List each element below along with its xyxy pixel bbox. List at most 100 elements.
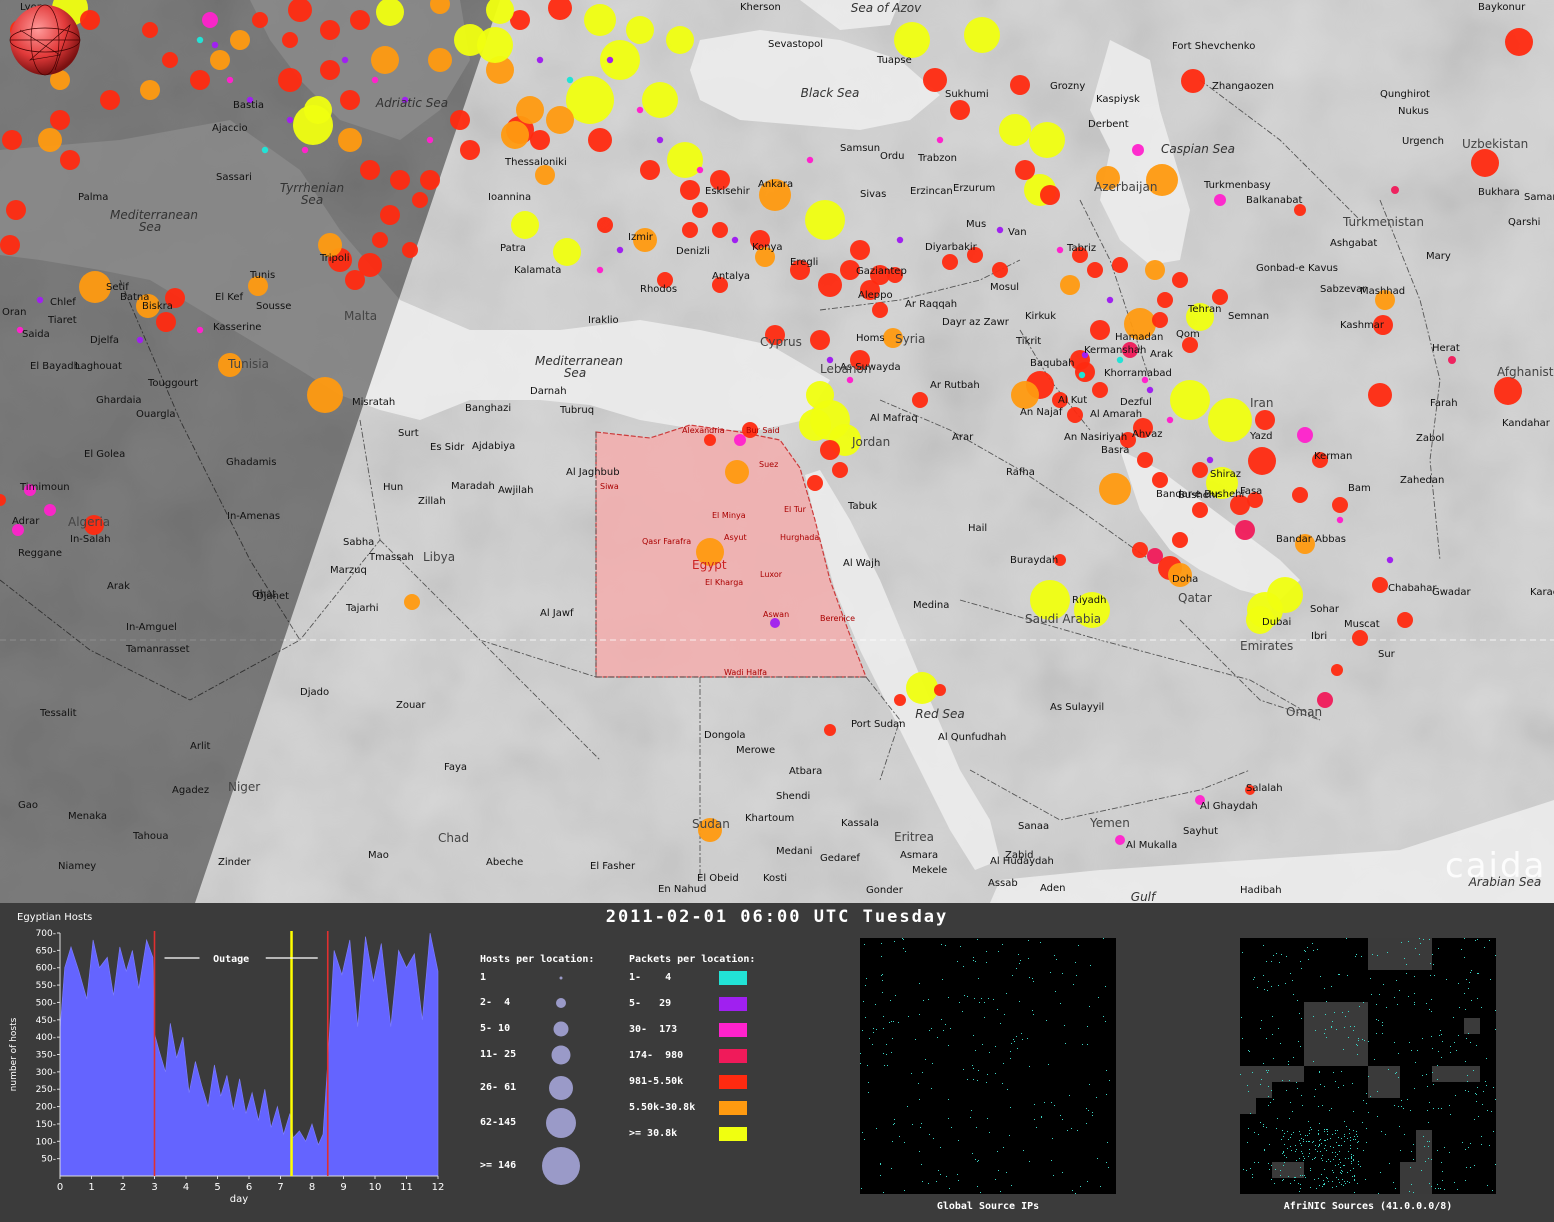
- afrinic-ip-dot: [1380, 1172, 1381, 1173]
- source-ip-dot: [865, 1017, 866, 1018]
- afrinic-ip-dot: [1394, 1105, 1395, 1106]
- afrinic-ip-dot: [1328, 1181, 1329, 1182]
- source-ip-dot: [998, 951, 999, 952]
- source-ip-dot: [977, 1080, 978, 1081]
- afrinic-ip-dot: [1319, 1144, 1320, 1145]
- afrinic-ip-dot: [1347, 975, 1348, 976]
- afrinic-ip-dot: [1467, 1081, 1468, 1082]
- source-ip-dot: [1075, 962, 1076, 963]
- activity-bubble: [588, 128, 612, 152]
- afrinic-ip-dot: [1370, 1096, 1371, 1097]
- afrinic-ip-dot: [1370, 978, 1371, 979]
- afrinic-ip-dot: [1326, 1001, 1327, 1002]
- map-city-label: Fort Shevchenko: [1172, 41, 1256, 52]
- afrinic-ip-dot: [1308, 1141, 1309, 1142]
- afrinic-ip-dot: [1286, 1157, 1287, 1158]
- packets-legend-label: >= 30.8k: [629, 1128, 678, 1139]
- afrinic-block: [1304, 1002, 1368, 1066]
- x-tick-label: 10: [369, 1182, 382, 1193]
- map-city-label: Gaziantep: [856, 266, 907, 277]
- afrinic-ip-dot: [1487, 1110, 1488, 1111]
- afrinic-ip-dot: [1429, 1141, 1430, 1142]
- source-ip-dot: [919, 1151, 920, 1152]
- source-ip-dot: [1012, 975, 1013, 976]
- source-ip-dot: [1062, 973, 1063, 974]
- afrinic-ip-dot: [1409, 1191, 1410, 1192]
- packets-legend-title: Packets per location:: [629, 954, 756, 965]
- activity-bubble: [818, 273, 842, 297]
- afrinic-ip-dot: [1346, 1126, 1347, 1127]
- afrinic-ip-dot: [1364, 1040, 1365, 1041]
- afrinic-ip-dot: [1399, 990, 1400, 991]
- afrinic-ip-dot: [1397, 1004, 1398, 1005]
- afrinic-ip-dot: [1342, 1171, 1343, 1172]
- source-ip-dot: [1087, 1181, 1088, 1182]
- afrinic-ip-dot: [1278, 1028, 1279, 1029]
- activity-bubble: [912, 392, 928, 408]
- afrinic-ip-dot: [1366, 1093, 1367, 1094]
- activity-bubble: [450, 110, 470, 130]
- afrinic-ip-dot: [1493, 1131, 1494, 1132]
- afrinic-ip-dot: [1266, 1038, 1267, 1039]
- afrinic-ip-dot: [1338, 974, 1339, 975]
- activity-bubble: [536, 56, 544, 64]
- source-ip-dot: [1053, 1175, 1054, 1176]
- afrinic-ip-dot: [1290, 1137, 1291, 1138]
- afrinic-ip-dot: [1406, 973, 1407, 974]
- afrinic-ip-dot: [1374, 1059, 1375, 1060]
- map-city-label: Awjilah: [498, 485, 534, 496]
- map-view[interactable]: Baykonur Fort Shevchenko Zhangaozen Sevasto…: [0, 0, 1554, 903]
- source-ip-dot: [894, 1123, 895, 1124]
- source-ip-dot: [1017, 1048, 1018, 1049]
- afrinic-ip-dot: [1411, 1050, 1412, 1051]
- afrinic-ip-dot: [1481, 1007, 1482, 1008]
- map-city-label: Tmassah: [369, 552, 414, 563]
- source-ip-dot: [946, 1176, 947, 1177]
- source-ip-dot: [977, 1161, 978, 1162]
- source-ip-dot: [945, 945, 946, 946]
- afrinic-ip-dot: [1341, 1138, 1342, 1139]
- afrinic-ip-dot: [1355, 1139, 1356, 1140]
- source-ip-dot: [962, 1011, 963, 1012]
- map-city-label: Kandahar: [1502, 418, 1550, 429]
- source-ip-dot: [958, 1140, 959, 1141]
- activity-bubble: [806, 156, 814, 164]
- map-city-label: Al Qunfudhah: [938, 732, 1007, 743]
- map-city-label: Sabzevar: [1320, 284, 1367, 295]
- activity-bubble: [964, 17, 1000, 53]
- afrinic-ip-dot: [1343, 1165, 1344, 1166]
- source-ip-dot: [1097, 1158, 1098, 1159]
- source-ip-dot: [863, 1001, 864, 1002]
- afrinic-block: [1416, 1130, 1432, 1194]
- activity-bubble: [1067, 407, 1083, 423]
- afrinic-ip-dot: [1286, 956, 1287, 957]
- afrinic-ip-dot: [1345, 1183, 1346, 1184]
- afrinic-ip-dot: [1365, 1179, 1366, 1180]
- afrinic-ip-dot: [1385, 1134, 1386, 1135]
- map-city-label: En Nahud: [658, 884, 707, 895]
- afrinic-ip-dot: [1446, 979, 1447, 980]
- afrinic-ip-dot: [1471, 1000, 1472, 1001]
- source-ip-dot: [923, 1000, 924, 1001]
- packets-legend-swatch: [719, 1127, 747, 1141]
- afrinic-ip-dot: [1308, 1156, 1309, 1157]
- afrinic-ip-dot: [1434, 975, 1435, 976]
- afrinic-ip-dot: [1320, 1139, 1321, 1140]
- afrinic-ip-dot: [1382, 1033, 1383, 1034]
- map-city-label: Biskra: [142, 301, 173, 312]
- activity-bubble: [626, 16, 654, 44]
- afrinic-ip-dot: [1295, 1177, 1296, 1178]
- map-city-label: Es Sidr: [430, 442, 465, 453]
- afrinic-ip-dot: [1414, 1004, 1415, 1005]
- afrinic-ip-dot: [1252, 1072, 1253, 1073]
- afrinic-ip-dot: [1338, 1137, 1339, 1138]
- afrinic-ip-dot: [1302, 1153, 1303, 1154]
- x-tick-label: 2: [120, 1182, 126, 1193]
- afrinic-block: [1464, 1018, 1480, 1034]
- activity-bubble: [301, 146, 309, 154]
- source-ip-dot: [882, 980, 883, 981]
- activity-bubble: [896, 236, 904, 244]
- afrinic-ip-dot: [1254, 977, 1255, 978]
- source-ip-dot: [1018, 954, 1019, 955]
- source-ip-dot: [972, 1153, 973, 1154]
